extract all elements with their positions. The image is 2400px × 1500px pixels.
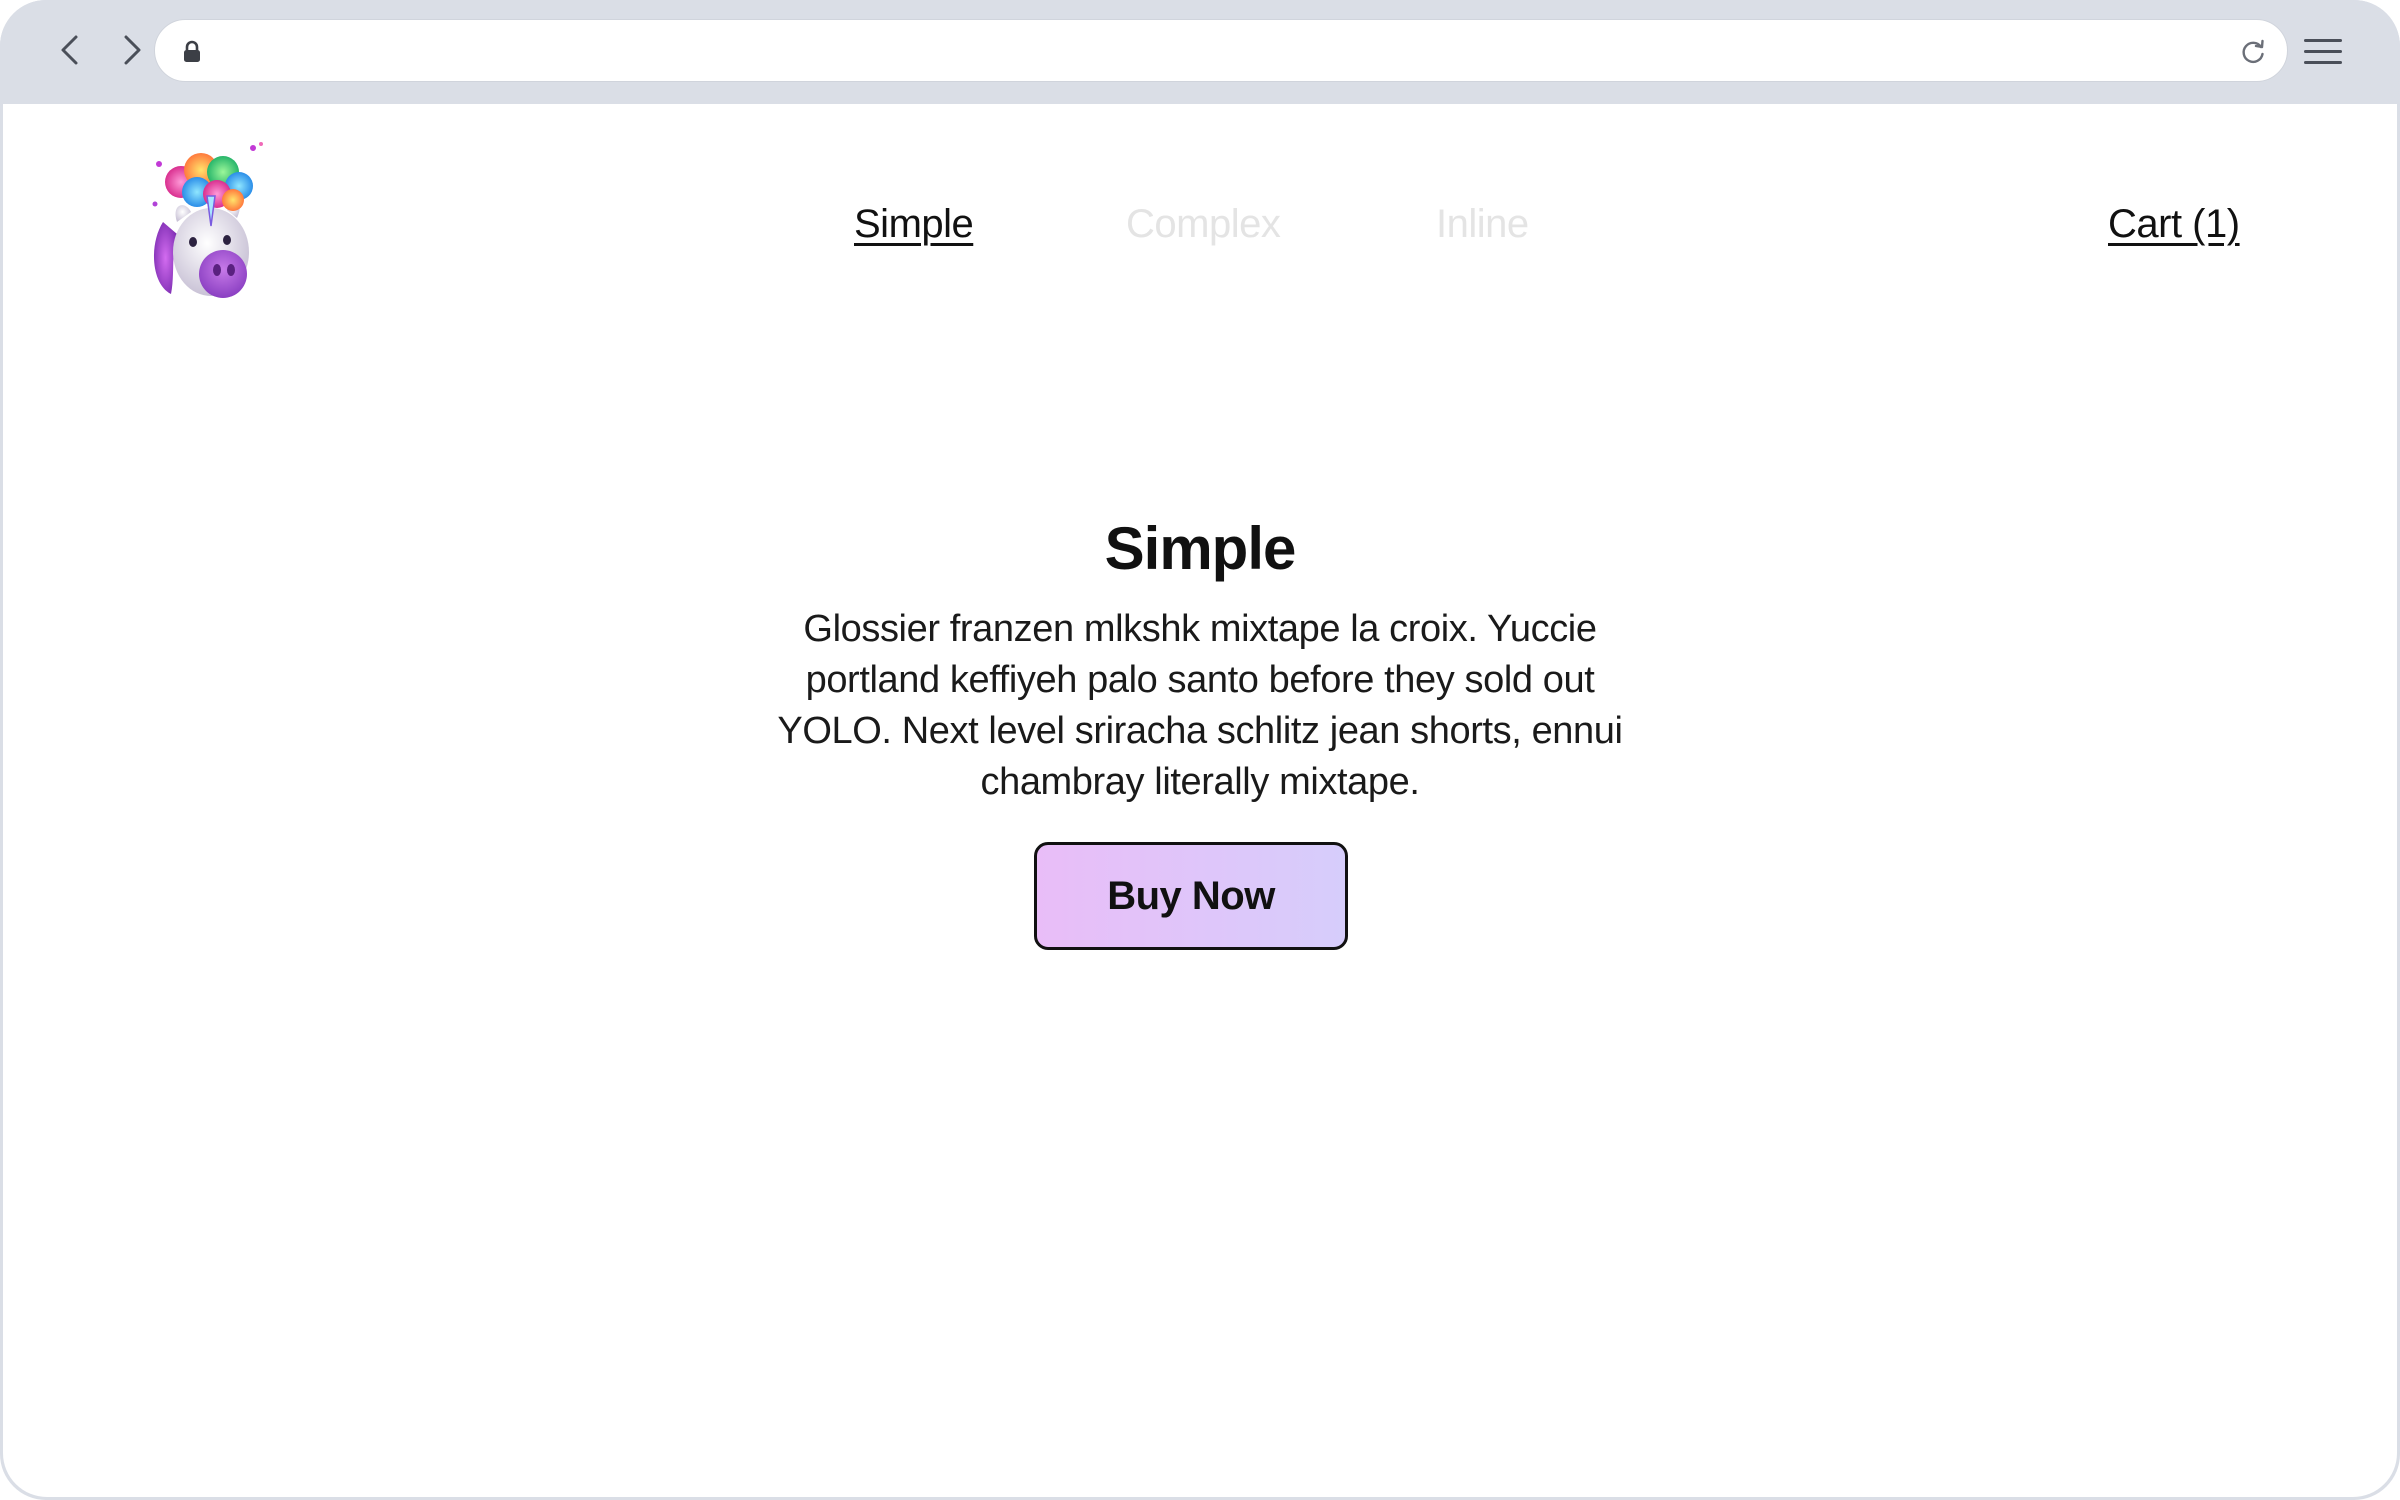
address-bar[interactable] <box>154 19 2288 82</box>
chevron-left-icon <box>61 35 78 65</box>
nav-link-inline[interactable]: Inline <box>1436 200 1529 248</box>
cart-link[interactable]: Cart (1) <box>2108 200 2240 248</box>
nav-link-simple[interactable]: Simple <box>854 200 974 248</box>
buy-now-button[interactable]: Buy Now <box>1034 842 1348 950</box>
page-title: Simple <box>1104 515 1297 582</box>
page-viewport: Simple Complex Inline Cart (1) Simple Gl… <box>3 104 2397 1497</box>
unicorn-logo-icon[interactable] <box>141 134 273 304</box>
browser-toolbar <box>0 0 2400 104</box>
nav-link-complex[interactable]: Complex <box>1126 200 1281 248</box>
hamburger-menu-icon[interactable] <box>2302 32 2344 70</box>
back-button[interactable] <box>46 26 94 74</box>
browser-window: Simple Complex Inline Cart (1) Simple Gl… <box>0 0 2400 1500</box>
forward-button[interactable] <box>108 26 156 74</box>
chevron-right-icon <box>124 35 141 65</box>
reload-icon[interactable] <box>2239 38 2267 66</box>
hero-description: Glossier franzen mlkshk mixtape la croix… <box>777 608 1623 803</box>
hero-section: Simple Glossier franzen mlkshk mixtape l… <box>3 512 2397 808</box>
lock-icon <box>184 40 200 62</box>
